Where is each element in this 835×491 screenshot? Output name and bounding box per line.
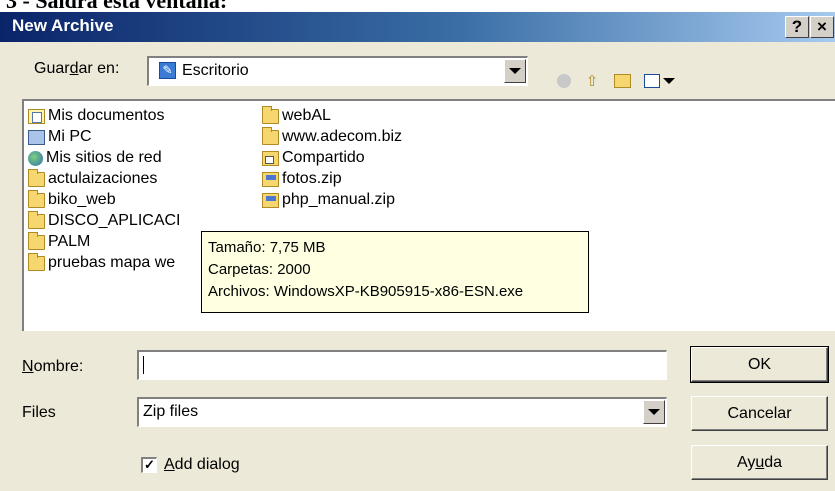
list-item[interactable]: Mis documentos <box>28 106 165 126</box>
file-info-tooltip: Tamaño: 7,75 MB Carpetas: 2000 Archivos:… <box>201 231 589 313</box>
new-folder-button[interactable] <box>612 71 632 91</box>
zip-file-icon <box>262 171 279 187</box>
chevron-down-icon <box>509 68 521 74</box>
folder-icon <box>28 168 45 187</box>
tooltip-folders: Carpetas: 2000 <box>208 261 311 278</box>
up-folder-icon: ⇧ <box>585 73 599 90</box>
tooltip-size: Tamaño: 7,75 MB <box>208 239 326 256</box>
look-in-label: Guardar en: <box>34 60 120 77</box>
checkbox-box[interactable]: ✓ <box>141 457 157 473</box>
list-item[interactable]: Compartido <box>262 148 365 168</box>
list-item[interactable]: webAL <box>262 105 331 126</box>
list-item[interactable]: DISCO_APLICACI <box>28 210 180 231</box>
list-item[interactable]: fotos.zip <box>262 169 342 189</box>
help-title-button[interactable]: ? <box>785 16 809 38</box>
name-label: Nombre: <box>22 358 84 375</box>
folder-icon <box>262 105 279 124</box>
chevron-down-icon <box>662 78 675 84</box>
list-item[interactable]: pruebas mapa we <box>28 252 175 273</box>
file-type-dropdown[interactable]: Zip files <box>137 397 667 427</box>
folder-icon <box>262 126 279 145</box>
file-type-dropdown-button[interactable] <box>643 400 665 424</box>
desktop-icon: ✎ <box>159 62 176 79</box>
ok-button[interactable]: OK <box>690 346 829 383</box>
back-button[interactable] <box>554 71 574 91</box>
my-documents-icon <box>28 108 45 124</box>
chevron-down-icon <box>648 409 660 415</box>
help-icon: ? <box>791 17 803 36</box>
title-bar: New Archive ? × <box>0 12 835 42</box>
zip-file-icon <box>262 192 279 208</box>
checkmark-icon: ✓ <box>144 457 155 472</box>
help-button[interactable]: Ay u da <box>691 445 828 480</box>
add-dialog-checkbox[interactable]: ✓ Add dialog <box>141 456 240 474</box>
tooltip-files: Archivos: WindowsXP-KB905915-x86-ESN.exe <box>208 283 524 300</box>
look-in-dropdown[interactable]: ✎ Escritorio <box>147 56 528 86</box>
my-computer-icon <box>28 129 45 145</box>
back-arrow-icon <box>557 74 571 88</box>
file-type-value: Zip files <box>143 403 199 420</box>
list-item[interactable]: Mi PC <box>28 127 92 147</box>
cancel-button[interactable]: Cancelar <box>691 396 828 431</box>
name-input[interactable] <box>137 350 667 380</box>
list-item[interactable]: php_manual.zip <box>262 190 395 210</box>
list-item[interactable]: PALM <box>28 231 90 252</box>
shared-folder-icon <box>262 150 279 166</box>
close-button[interactable]: × <box>810 16 834 38</box>
folder-icon <box>28 210 45 229</box>
new-folder-icon <box>613 74 631 88</box>
add-dialog-label: Add dialog <box>164 456 240 473</box>
folder-icon <box>28 189 45 208</box>
window-title: New Archive <box>12 16 114 35</box>
up-folder-button[interactable]: ⇧ <box>582 71 602 91</box>
list-item[interactable]: biko_web <box>28 189 116 210</box>
list-item[interactable]: actulaizaciones <box>28 168 157 189</box>
list-item[interactable]: Mis sitios de red <box>28 148 162 168</box>
folder-icon <box>28 252 45 271</box>
close-icon: × <box>817 17 827 36</box>
views-menu-icon <box>643 74 660 88</box>
look-in-value: Escritorio <box>182 62 249 79</box>
views-menu-button[interactable] <box>642 71 676 91</box>
look-in-dropdown-button[interactable] <box>504 59 526 83</box>
list-item[interactable]: www.adecom.biz <box>262 126 402 147</box>
network-places-icon <box>28 150 43 166</box>
new-archive-dialog: New Archive ? × Guardar en: ✎ Escritorio… <box>0 12 835 491</box>
file-type-label: Files <box>22 404 56 421</box>
folder-icon <box>28 231 45 250</box>
text-cursor <box>143 356 144 374</box>
